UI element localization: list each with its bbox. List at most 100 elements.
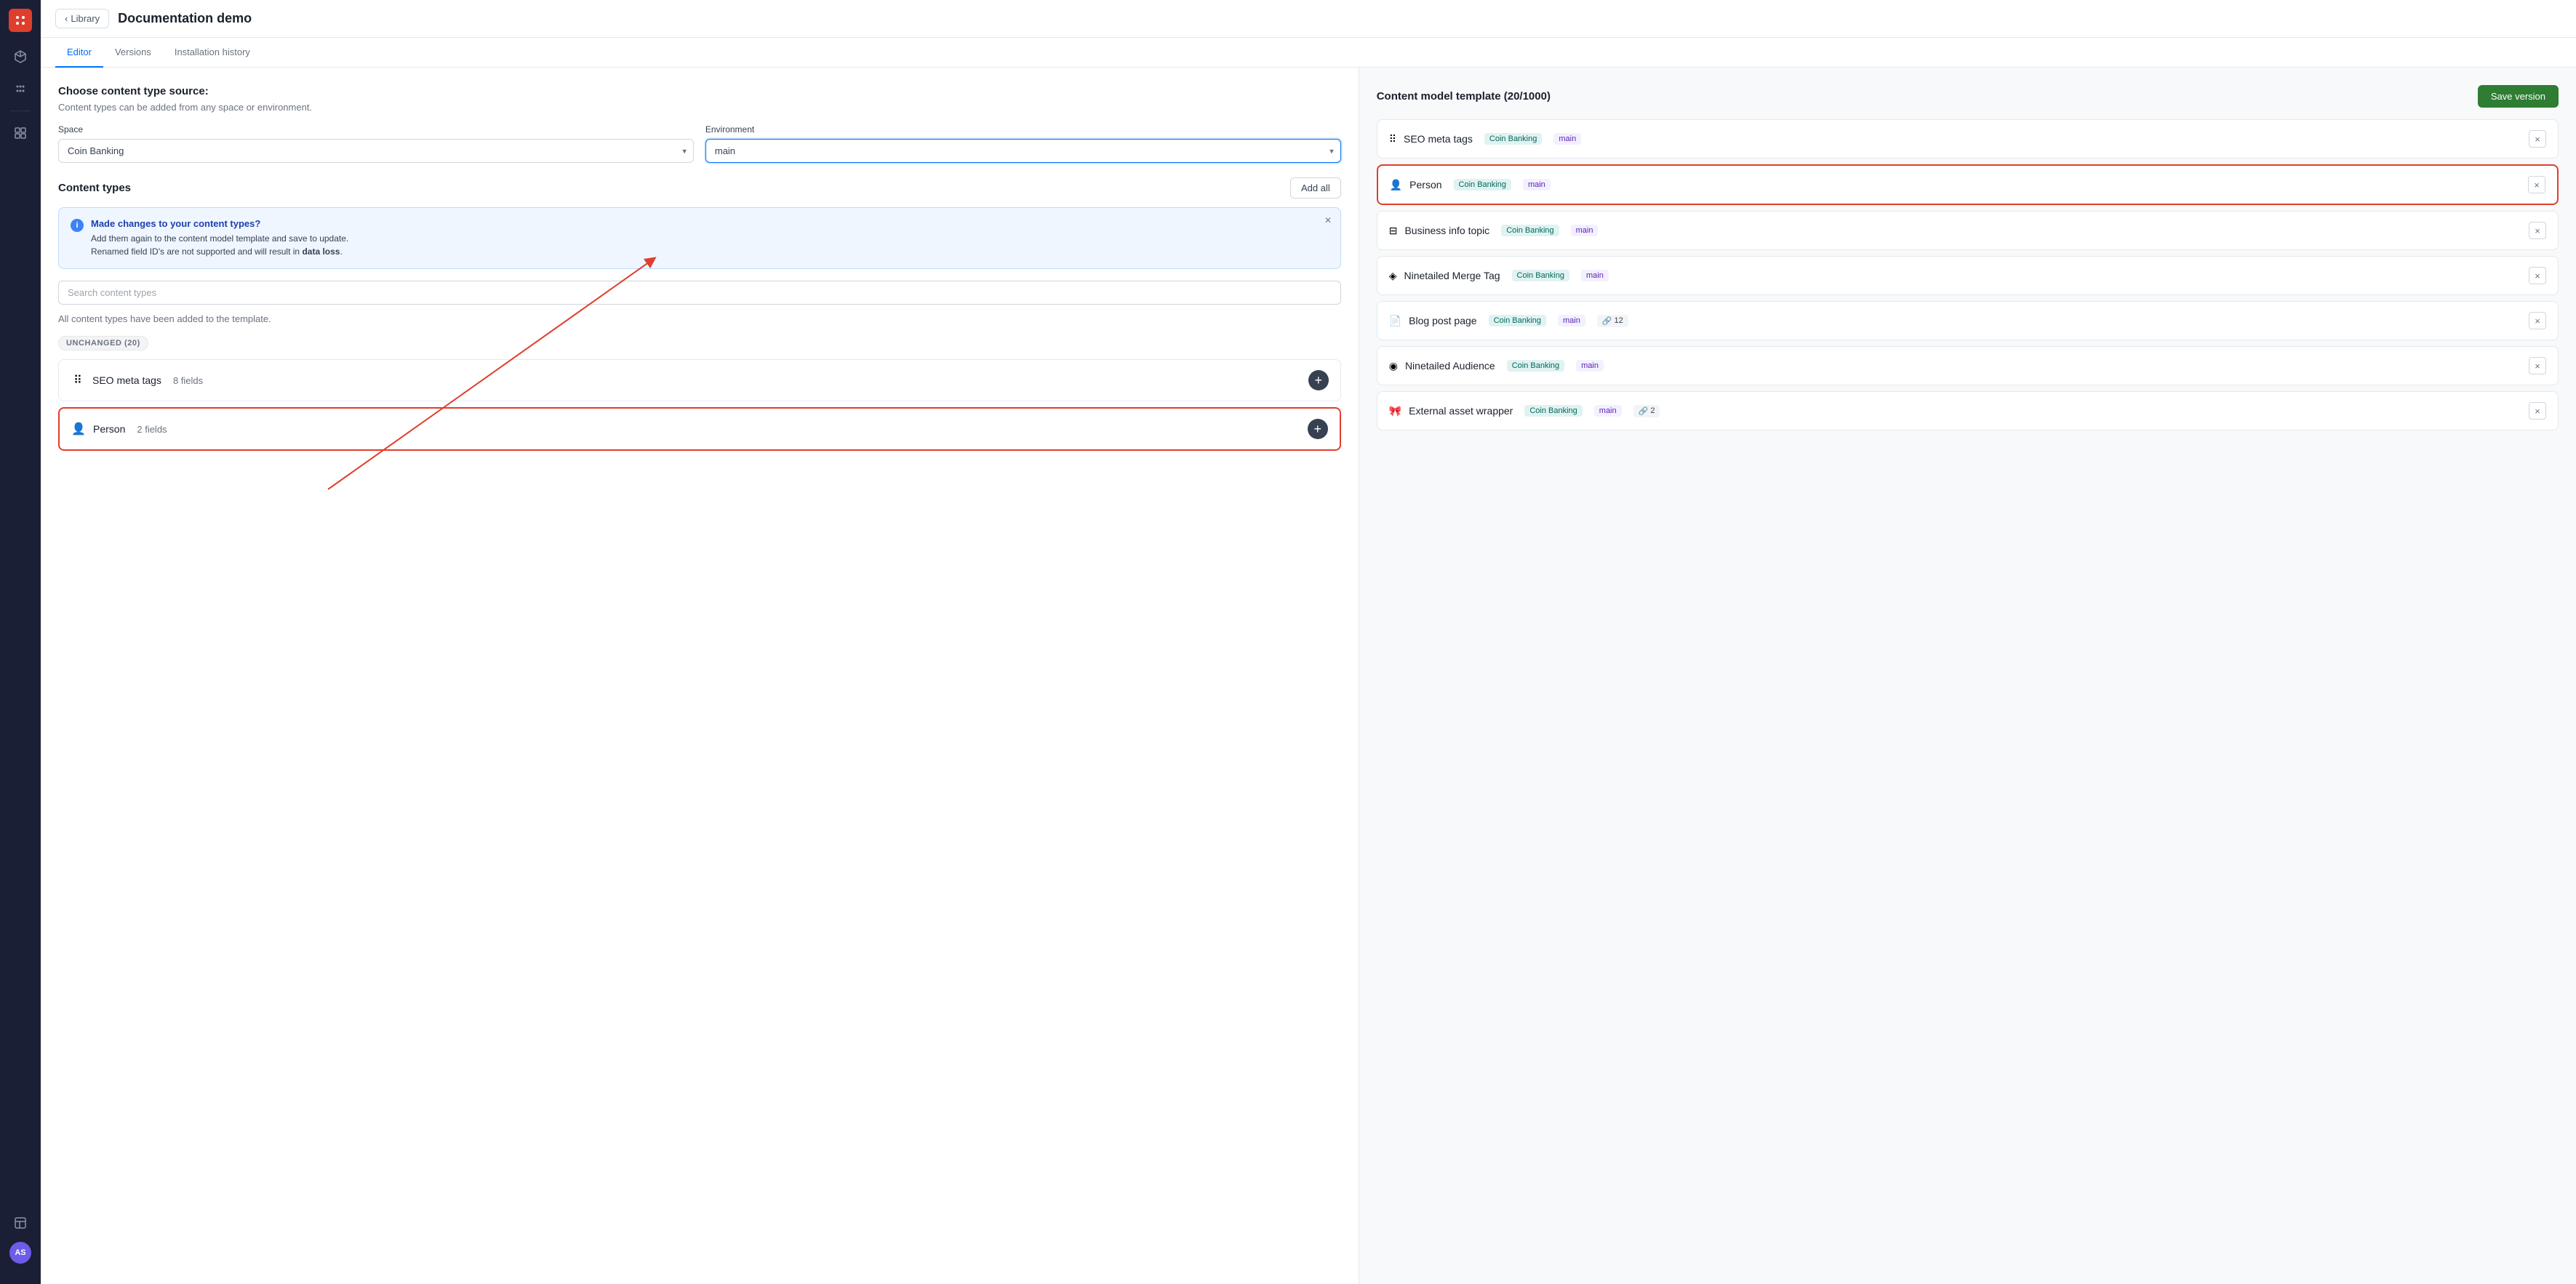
template-item-left-external-asset: 🎀 External asset wrapper Coin Banking ma… (1389, 405, 1660, 417)
ct-name-seo: SEO meta tags (92, 374, 161, 386)
template-name-merge-tag: Ninetailed Merge Tag (1404, 270, 1500, 281)
right-panel-header: Content model template (20/1000) Save ve… (1377, 85, 2559, 108)
template-tag-env-audience: main (1576, 360, 1604, 372)
template-icon-person: 👤 (1390, 179, 1402, 191)
search-wrapper (58, 281, 1341, 305)
ct-add-button-person[interactable]: + (1308, 419, 1328, 439)
main-container: ‹ Library Documentation demo Editor Vers… (41, 0, 2576, 1284)
template-tag-env-merge-tag: main (1581, 270, 1609, 281)
template-name-seo: SEO meta tags (1404, 133, 1473, 145)
content-type-item-person[interactable]: 👤 Person 2 fields + (58, 407, 1341, 451)
template-icon-business: ⊟ (1389, 225, 1398, 237)
template-tag-space-business: Coin Banking (1501, 225, 1559, 236)
template-tag-link-blog: 🔗 12 (1597, 315, 1628, 327)
template-item-business: ⊟ Business info topic Coin Banking main … (1377, 211, 2559, 250)
template-icon-seo: ⠿ (1389, 133, 1396, 145)
ct-icon-seo: ⠿ (71, 373, 85, 388)
tab-editor[interactable]: Editor (55, 38, 103, 68)
template-item-left-merge-tag: ◈ Ninetailed Merge Tag Coin Banking main (1389, 270, 1609, 282)
template-tag-env-business: main (1571, 225, 1599, 236)
content-types-title: Content types (58, 182, 131, 194)
template-remove-merge-tag[interactable]: × (2529, 267, 2546, 284)
ct-add-button-seo[interactable]: + (1308, 370, 1329, 390)
left-panel: Choose content type source: Content type… (41, 68, 1359, 1284)
info-banner-content: Made changes to your content types? Add … (91, 218, 1329, 258)
template-remove-blog[interactable]: × (2529, 312, 2546, 329)
template-icon-merge-tag: ◈ (1389, 270, 1397, 282)
template-item-left-blog: 📄 Blog post page Coin Banking main 🔗 12 (1389, 315, 1628, 327)
template-name-person: Person (1409, 179, 1441, 190)
template-item-left-person: 👤 Person Coin Banking main (1390, 179, 1551, 191)
template-item-external-asset: 🎀 External asset wrapper Coin Banking ma… (1377, 391, 2559, 430)
search-input[interactable] (58, 281, 1341, 305)
template-name-blog: Blog post page (1409, 315, 1476, 326)
sidebar-item-cube[interactable] (7, 44, 33, 70)
template-name-external-asset: External asset wrapper (1409, 405, 1513, 417)
template-name-audience: Ninetailed Audience (1405, 360, 1495, 372)
template-tag-env-blog: main (1558, 315, 1585, 326)
banner-close-button[interactable]: × (1324, 215, 1331, 227)
tabs-bar: Editor Versions Installation history (41, 38, 2576, 68)
ct-item-left-person: 👤 Person 2 fields (71, 422, 167, 436)
template-tag-env-external-asset: main (1594, 405, 1622, 417)
ct-fields-person: 2 fields (137, 424, 167, 435)
content-type-item-seo[interactable]: ⠿ SEO meta tags 8 fields + (58, 359, 1341, 401)
tab-installation-history[interactable]: Installation history (163, 38, 262, 68)
template-tag-space-audience: Coin Banking (1507, 360, 1564, 372)
template-name-business: Business info topic (1404, 225, 1489, 236)
template-remove-seo[interactable]: × (2529, 130, 2546, 148)
template-item-seo: ⠿ SEO meta tags Coin Banking main × (1377, 119, 2559, 159)
back-arrow-icon: ‹ (65, 13, 68, 24)
template-item-person: 👤 Person Coin Banking main × (1377, 164, 2559, 205)
content-types-header: Content types Add all (58, 177, 1341, 198)
ct-icon-person: 👤 (71, 422, 86, 436)
tab-versions[interactable]: Versions (103, 38, 163, 68)
template-tag-env-person: main (1523, 179, 1551, 190)
all-added-text: All content types have been added to the… (58, 313, 1341, 324)
template-item-left-seo: ⠿ SEO meta tags Coin Banking main (1389, 133, 1581, 145)
ct-item-left-seo: ⠿ SEO meta tags 8 fields (71, 373, 203, 388)
sidebar-item-grid[interactable] (7, 120, 33, 146)
template-icon-blog: 📄 (1389, 315, 1401, 327)
info-banner-title: Made changes to your content types? (91, 218, 1329, 229)
template-item-blog: 📄 Blog post page Coin Banking main 🔗 12 … (1377, 301, 2559, 340)
unchanged-badge: UNCHANGED (20) (58, 336, 148, 350)
template-remove-business[interactable]: × (2529, 222, 2546, 239)
right-panel-title: Content model template (20/1000) (1377, 90, 1551, 103)
template-item-merge-tag: ◈ Ninetailed Merge Tag Coin Banking main… (1377, 256, 2559, 295)
library-button[interactable]: ‹ Library (55, 9, 109, 28)
environment-group: Environment main (705, 124, 1341, 163)
space-select[interactable]: Coin Banking (58, 139, 694, 163)
content-area: Choose content type source: Content type… (41, 68, 2576, 1284)
template-remove-external-asset[interactable]: × (2529, 402, 2546, 420)
template-tag-space-seo: Coin Banking (1484, 133, 1542, 145)
avatar[interactable]: AS (9, 1242, 31, 1264)
template-tag-link-external-asset: 🔗 2 (1633, 405, 1660, 417)
info-banner-desc1: Add them again to the content model temp… (91, 232, 1329, 245)
template-tag-space-blog: Coin Banking (1489, 315, 1546, 326)
info-banner-header: i Made changes to your content types? Ad… (71, 218, 1329, 258)
ct-name-person: Person (93, 423, 125, 435)
add-all-button[interactable]: Add all (1290, 177, 1341, 198)
template-tag-space-merge-tag: Coin Banking (1512, 270, 1569, 281)
choose-source-desc: Content types can be added from any spac… (58, 102, 1341, 113)
template-remove-person[interactable]: × (2528, 176, 2545, 193)
template-remove-audience[interactable]: × (2529, 357, 2546, 374)
topbar: ‹ Library Documentation demo (41, 0, 2576, 38)
template-item-left-business: ⊟ Business info topic Coin Banking main (1389, 225, 1599, 237)
info-icon: i (71, 219, 84, 232)
sidebar-logo[interactable] (9, 9, 32, 32)
form-row: Space Coin Banking Environment main (58, 124, 1341, 163)
info-banner: i Made changes to your content types? Ad… (58, 207, 1341, 269)
sidebar-item-panel[interactable] (7, 1210, 33, 1236)
template-icon-audience: ◉ (1389, 360, 1398, 372)
link-icon-blog: 🔗 (1602, 316, 1612, 326)
link-icon-external-asset: 🔗 (1639, 406, 1649, 416)
template-tag-space-external-asset: Coin Banking (1524, 405, 1582, 417)
page-title: Documentation demo (118, 11, 252, 26)
ct-fields-seo: 8 fields (173, 375, 203, 386)
right-panel: Content model template (20/1000) Save ve… (1359, 68, 2576, 1284)
sidebar-item-dots[interactable] (7, 76, 33, 102)
environment-select[interactable]: main (705, 139, 1341, 163)
save-version-button[interactable]: Save version (2478, 85, 2559, 108)
